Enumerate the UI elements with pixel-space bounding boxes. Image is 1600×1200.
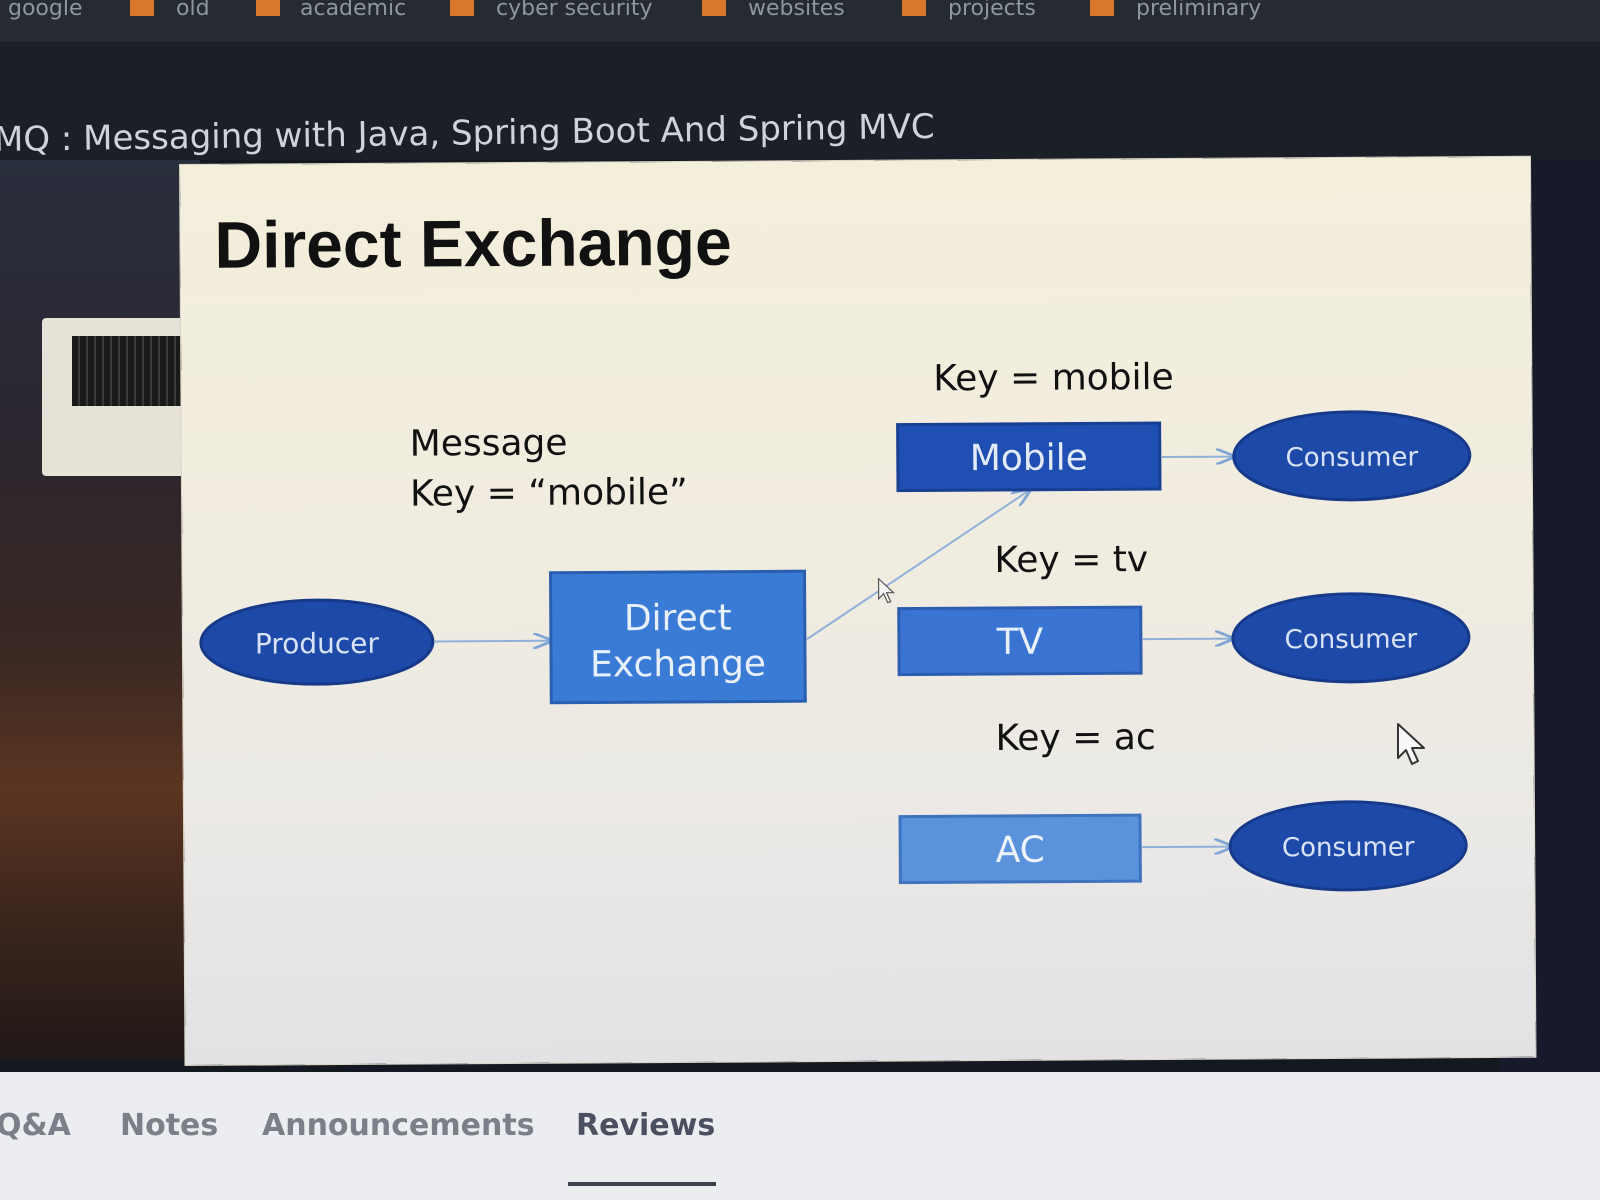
tab-qa[interactable]: Q&A <box>0 1108 71 1143</box>
bookmark-projects[interactable]: projects <box>948 0 1036 22</box>
producer-label: Producer <box>255 627 380 661</box>
bookmarks-bar: google old academic cyber security websi… <box>0 0 1600 42</box>
tv-to-consumer-arrow <box>1142 639 1233 640</box>
direct-exchange-diagram: Message Key = “mobile” Producer Direct E… <box>199 357 1472 892</box>
bookmark-folder-icon <box>130 0 154 16</box>
consumer-tv-label: Consumer <box>1285 624 1418 655</box>
lecture-slide: Direct Exchange Message Key = “mobile” P… <box>180 156 1536 1065</box>
message-label: Message <box>410 423 568 465</box>
bookmark-academic[interactable]: academic <box>300 0 406 22</box>
tab-notes[interactable]: Notes <box>120 1108 218 1143</box>
binding-key-tv: Key = tv <box>994 539 1148 581</box>
bookmark-google[interactable]: google <box>8 0 83 22</box>
consumer-mobile-label: Consumer <box>1285 442 1418 473</box>
course-header: MQ : Messaging with Java, Spring Boot An… <box>0 42 1600 160</box>
mouse-cursor-icon <box>1397 723 1425 765</box>
queue-mobile-label: Mobile <box>970 437 1088 479</box>
queue-tv-label: TV <box>995 622 1043 663</box>
bookmark-folder-icon <box>902 0 926 16</box>
binding-key-ac: Key = ac <box>995 717 1155 759</box>
message-key-label: Key = “mobile” <box>410 472 688 515</box>
bookmark-websites[interactable]: websites <box>748 0 845 22</box>
bookmark-folder-icon <box>256 0 280 16</box>
binding-key-mobile: Key = mobile <box>933 357 1174 399</box>
bookmark-folder-icon <box>1090 0 1114 16</box>
tab-announcements[interactable]: Announcements <box>262 1108 535 1143</box>
active-tab-indicator <box>568 1182 716 1186</box>
exchange-label-line2: Exchange <box>590 643 766 685</box>
tab-reviews[interactable]: Reviews <box>576 1108 715 1143</box>
lecture-tabs: Q&A Notes Announcements Reviews <box>0 1072 1600 1200</box>
bookmark-cyber-security[interactable]: cyber security <box>496 0 653 22</box>
bookmark-folder-icon <box>450 0 474 16</box>
exchange-label-line1: Direct <box>624 598 732 640</box>
queue-ac-label: AC <box>996 830 1045 871</box>
producer-to-exchange-arrow <box>434 641 551 642</box>
laptop-keyboard-image <box>72 336 192 406</box>
instructor-webcam-thumbnail <box>0 160 200 1060</box>
consumer-ac-label: Consumer <box>1282 832 1415 863</box>
ac-to-consumer-arrow <box>1142 847 1232 848</box>
course-title: MQ : Messaging with Java, Spring Boot An… <box>0 106 935 160</box>
bookmark-old[interactable]: old <box>176 0 210 22</box>
bookmark-folder-icon <box>702 0 726 16</box>
bookmark-preliminary[interactable]: preliminary <box>1136 0 1261 22</box>
